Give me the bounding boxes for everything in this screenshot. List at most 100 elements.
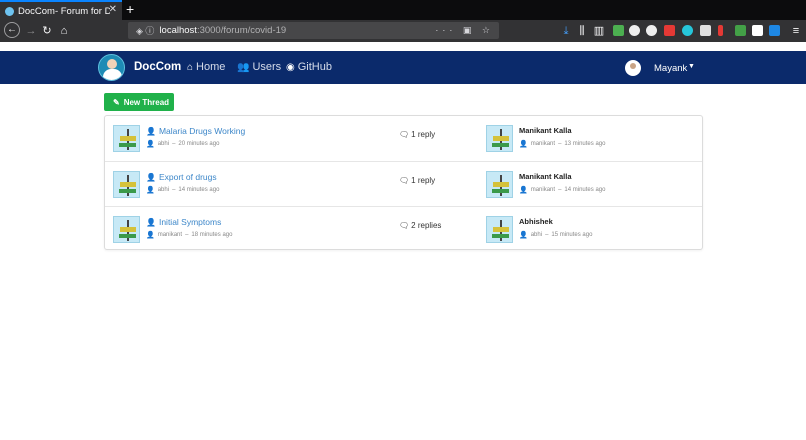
reload-icon[interactable]: ↻ [39, 23, 55, 39]
thread-thumbnail [113, 125, 140, 152]
user-icon: 👤 [146, 172, 156, 182]
user-icon: 👤 [146, 217, 156, 227]
last-reply-thumbnail [486, 216, 513, 243]
comment-icon: 🗨 [399, 130, 410, 139]
thread-author[interactable]: abhi [158, 141, 169, 147]
threads-card: 👤 Malaria Drugs Working 👤 abhi – 20 minu… [104, 115, 703, 250]
last-reply-user[interactable]: Manikant Kalla [519, 126, 572, 135]
extension-icon[interactable] [735, 25, 746, 36]
user-icon: 👤 [519, 232, 528, 239]
last-reply-meta: 👤 abhi – 15 minutes ago [519, 232, 593, 239]
caret-down-icon[interactable]: ▼ [688, 63, 695, 70]
last-reply-thumbnail [486, 171, 513, 198]
github-icon: ◉ [286, 61, 295, 73]
reply-count-label: 1 reply [411, 176, 436, 185]
thread-title[interactable]: Malaria Drugs Working [159, 126, 245, 136]
last-reply-time: 13 minutes ago [564, 141, 606, 147]
reply-count-label: 1 reply [411, 130, 436, 139]
tab-close-icon[interactable]: ✕ [109, 4, 117, 15]
thread-meta: 👤 abhi – 20 minutes ago [146, 141, 220, 148]
url-bar[interactable]: ◈ ⓘ localhost:3000/forum/covid-19 ··· ▣ … [128, 22, 499, 39]
user-icon: 👤 [146, 141, 155, 148]
url-path: :3000/forum/covid-19 [196, 25, 287, 36]
reply-count: 🗨 2 replies [399, 221, 441, 230]
tab-title: DocCom- Forum for Do [18, 5, 110, 17]
sidebar-icon[interactable]: ▥ [591, 23, 607, 39]
home-icon: ⌂ [187, 61, 194, 73]
last-reply-meta: 👤 manikant – 13 minutes ago [519, 141, 606, 148]
thread-title-link[interactable]: 👤 Export of drugs [146, 172, 217, 182]
user-icon: 👤 [519, 141, 528, 148]
edit-icon: ✎ [113, 97, 120, 107]
nav-link-label: Home [196, 61, 226, 73]
comment-icon: 🗨 [399, 176, 410, 185]
extension-icon[interactable] [646, 25, 657, 36]
last-reply-user[interactable]: Abhishek [519, 217, 553, 226]
new-thread-button[interactable]: ✎ New Thread [104, 93, 174, 111]
new-tab-icon[interactable]: + [126, 1, 134, 17]
thread-author[interactable]: manikant [158, 232, 182, 238]
thread-author[interactable]: abhi [158, 187, 169, 193]
thread-time: 14 minutes ago [178, 187, 220, 193]
shield-icon[interactable]: ◈ ⓘ [136, 24, 154, 37]
nav-link-github[interactable]: ◉ GitHub [286, 61, 332, 73]
user-avatar[interactable] [625, 60, 641, 76]
nav-link-home[interactable]: ⌂ Home [187, 61, 225, 73]
thread-time: 20 minutes ago [178, 141, 220, 147]
menu-icon[interactable]: ≡ [788, 23, 804, 39]
library-icon[interactable]: ⫼ [574, 23, 590, 39]
thread-row: 👤 Initial Symptoms 👤 manikant – 18 minut… [105, 206, 702, 251]
nav-link-label: Users [252, 61, 282, 73]
extension-icon[interactable] [752, 25, 763, 36]
thread-title[interactable]: Initial Symptoms [159, 217, 221, 227]
user-menu[interactable]: Mayank [654, 63, 687, 74]
thread-title[interactable]: Export of drugs [159, 172, 217, 182]
thread-row: 👤 Export of drugs 👤 abhi – 14 minutes ag… [105, 161, 702, 206]
url-actions-icon[interactable]: ··· ▣ ☆ [435, 22, 494, 39]
page-actions-icon[interactable]: ··· [435, 25, 456, 35]
nav-link-users[interactable]: 👥 Users [237, 61, 281, 73]
last-reply-thumbnail [486, 125, 513, 152]
last-reply-user[interactable]: Manikant Kalla [519, 172, 572, 181]
favicon-icon [5, 6, 14, 16]
nav-link-label: GitHub [297, 61, 332, 73]
last-reply-handle[interactable]: abhi [531, 232, 542, 238]
users-icon: 👥 [237, 61, 250, 73]
brand-name[interactable]: DocCom [134, 61, 181, 73]
last-reply-handle[interactable]: manikant [531, 187, 555, 193]
browser-tab[interactable]: DocCom- Forum for Do ✕ [0, 0, 122, 20]
extension-icon[interactable] [682, 25, 693, 36]
adblock-icon[interactable] [664, 25, 675, 36]
user-icon: 👤 [146, 187, 155, 194]
thread-title-link[interactable]: 👤 Malaria Drugs Working [146, 126, 245, 136]
thread-title-link[interactable]: 👤 Initial Symptoms [146, 217, 221, 227]
back-icon[interactable]: ← [4, 22, 20, 38]
reply-count: 🗨 1 reply [399, 130, 435, 139]
thread-thumbnail [113, 216, 140, 243]
new-thread-label: New Thread [123, 97, 170, 107]
user-icon: 👤 [146, 126, 156, 136]
comment-icon: 🗨 [399, 221, 410, 230]
last-reply-meta: 👤 manikant – 14 minutes ago [519, 187, 606, 194]
user-icon: 👤 [519, 187, 528, 194]
url-host: localhost [159, 25, 197, 36]
brand-logo[interactable] [98, 54, 125, 81]
last-reply-handle[interactable]: manikant [531, 141, 555, 147]
thread-time: 18 minutes ago [191, 232, 233, 238]
thread-thumbnail [113, 171, 140, 198]
home-icon[interactable]: ⌂ [56, 23, 72, 39]
browser-tab-bar: DocCom- Forum for Do ✕ + [0, 0, 806, 20]
extension-icon[interactable] [629, 25, 640, 36]
reply-count-label: 2 replies [411, 221, 442, 230]
extension-icon[interactable] [700, 25, 711, 36]
forward-icon[interactable]: → [23, 23, 39, 39]
extension-icon[interactable] [718, 25, 723, 36]
thread-meta: 👤 abhi – 14 minutes ago [146, 187, 220, 194]
reply-count: 🗨 1 reply [399, 176, 435, 185]
last-reply-time: 15 minutes ago [551, 232, 593, 238]
thread-meta: 👤 manikant – 18 minutes ago [146, 232, 233, 239]
extension-icon[interactable] [613, 25, 624, 36]
download-icon[interactable]: ⤓ [558, 23, 574, 39]
extension-icon[interactable] [769, 25, 780, 36]
last-reply-time: 14 minutes ago [564, 187, 606, 193]
